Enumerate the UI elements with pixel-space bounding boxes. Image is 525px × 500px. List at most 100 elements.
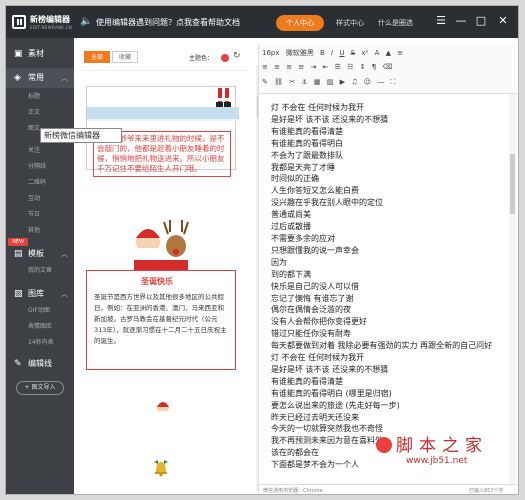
align-center-icon[interactable]: ≡	[274, 63, 280, 71]
clear-icon[interactable]: ⌫	[383, 63, 393, 71]
indent-icon[interactable]: ⇥	[310, 63, 316, 71]
editor-line[interactable]: 只想跟懂我的说一声幸会	[271, 245, 509, 257]
editor-line[interactable]: 过后或散播	[271, 221, 509, 233]
list-icon[interactable]: ☰	[335, 63, 341, 71]
editor-line[interactable]: 我都是天亮了才睡	[271, 162, 509, 174]
import-article-button[interactable]: + 图文导入	[16, 381, 64, 395]
sidebar-sub-gif[interactable]: GIF动图	[6, 304, 74, 318]
sidebar-sub-title[interactable]: 标题	[6, 90, 74, 104]
unlink-icon[interactable]: ✂	[289, 78, 295, 86]
editor-line[interactable]: 有谁能真的看得清楚	[271, 126, 509, 138]
sidebar-sub-other[interactable]: 其他	[6, 224, 74, 238]
editor-line[interactable]: 是好是坏 该不该 还没来的不想猜	[271, 364, 509, 376]
highlight-icon[interactable]: ▲	[386, 49, 391, 57]
music-icon[interactable]: ♫	[351, 78, 357, 86]
outdent-icon[interactable]: ⇤	[323, 63, 329, 71]
tab-favorites[interactable]: 收藏	[112, 51, 139, 63]
editor-line[interactable]: 人生你答短又怎么能白费	[271, 185, 509, 197]
font-family-select[interactable]: 微软雅黑	[286, 48, 314, 58]
hr-icon[interactable]: ―	[377, 78, 384, 86]
bell-sticker-icon[interactable]	[152, 458, 170, 478]
editor-line[interactable]: 灯 不会在 任何时候为我开	[271, 352, 509, 364]
sidebar-item-material[interactable]: ▣ 素材	[6, 44, 74, 64]
editor-line[interactable]: 有谁能真的看得明白 (哪里是归宿)	[271, 388, 509, 400]
editor-content[interactable]: 灯 不会在 任何时候为我开 是好是坏 该不该 还没来的不想猜 有谁能真的看得清楚 有谁…	[259, 94, 509, 484]
sidebar-sub-follow[interactable]: 关注	[6, 144, 74, 158]
close-icon[interactable]: ✕	[496, 14, 510, 28]
sidebar: ▣ 素材 ◈ 常用 ︿ 标题 正文 图文 关注 分隔线 二维码 互动 节日 其他…	[6, 38, 74, 494]
editor-line[interactable]: 有谁能真的看得清楚	[271, 376, 509, 388]
help-link[interactable]: 使用编辑器遇到问题？点我查看帮助文档	[96, 17, 240, 28]
anchor-icon[interactable]: ⚓	[301, 78, 307, 86]
editor-line[interactable]: 错过只能任你没有耐寿	[271, 328, 509, 340]
strikethrough-icon[interactable]: S	[351, 49, 355, 57]
gallery-icon: ▧	[14, 289, 23, 299]
editor-scrollbar-thumb[interactable]	[510, 154, 515, 214]
line-height-icon[interactable]: ↕	[360, 63, 366, 71]
align-right-icon[interactable]: ≡	[286, 63, 292, 71]
tab-all[interactable]: 全部	[84, 51, 111, 63]
sidebar-sub-my-articles[interactable]: 我的文章	[6, 264, 74, 278]
editor-line[interactable]: 昨天已经过去明天还没来	[271, 412, 509, 424]
sidebar-sub-divider[interactable]: 分隔线	[6, 160, 74, 174]
sidebar-sub-qrcode[interactable]: 二维码	[6, 176, 74, 190]
sidebar-sub-sticker[interactable]: 14秒内表	[6, 336, 74, 350]
sidebar-item-template[interactable]: ▤ 模板 ︿	[6, 244, 74, 264]
editor-line[interactable]: 不需要多余的应对	[271, 233, 509, 245]
editor-line[interactable]: 偶尔在偶情会泛滥的夜	[271, 304, 509, 316]
more-icon[interactable]: ≡	[397, 49, 403, 57]
table-icon[interactable]: ▦	[314, 78, 321, 86]
maximize-icon[interactable]: □	[474, 14, 488, 28]
editor-line[interactable]: 到的都下满	[271, 269, 509, 281]
sidebar-item-gallery[interactable]: ▧ 图库 ︿	[6, 284, 74, 304]
editor-scrollbar[interactable]	[509, 94, 516, 484]
fullscreen-icon[interactable]: ⛶	[391, 78, 396, 87]
editor-line[interactable]: 有谁能真的看得明白	[271, 138, 509, 150]
editor-line[interactable]: 因为	[271, 257, 509, 269]
bold-icon[interactable]: B	[320, 49, 325, 57]
theme-color-swatch[interactable]	[221, 54, 229, 62]
editor-panel: 16px 微软雅黑 B I U S x² A ▲ ≡ ≡ ≡ ≡ ≡ ⇥ ⇤ ☰…	[258, 44, 517, 494]
editor-line[interactable]: 每天都要做到对着 我除必要有强劲的实力 再跟全新的自己问好	[271, 340, 509, 352]
font-size-select[interactable]: 16px	[262, 49, 280, 57]
sidebar-sub-emoji[interactable]: 表情图库	[6, 320, 74, 334]
editor-line[interactable]: 时间似的正确	[271, 173, 509, 185]
align-left-icon[interactable]: ≡	[262, 63, 268, 71]
ordered-list-icon[interactable]: ☷	[347, 63, 353, 71]
editor-line[interactable]: 是好是坏 该不该 还没来的不想猜	[271, 114, 509, 126]
paragraph-icon[interactable]: ¶	[372, 63, 376, 71]
santa-boots-icon	[216, 88, 231, 107]
sidebar-sub-festival[interactable]: 节日	[6, 208, 74, 222]
font-color-icon[interactable]: A	[375, 49, 380, 57]
santa-sticker-icon[interactable]	[154, 399, 172, 419]
sidebar-sub-body[interactable]: 正文	[6, 106, 74, 120]
sidebar-item-editline[interactable]: ✎ 编辑线	[6, 354, 74, 374]
italic-icon[interactable]: I	[331, 49, 333, 57]
sidebar-sub-interact[interactable]: 互动	[6, 192, 74, 206]
editor-line[interactable]: 普通或尚美	[271, 209, 509, 221]
editor-line[interactable]: 不会为了跟最数排队	[271, 150, 509, 162]
minimize-icon[interactable]: —	[454, 14, 468, 28]
superscript-icon[interactable]: x²	[361, 49, 368, 57]
underline-icon[interactable]: U	[339, 49, 344, 57]
user-center-button[interactable]: 个人中心	[276, 15, 324, 31]
menu-icon[interactable]: ☰	[434, 14, 448, 28]
material-card-merry-christmas[interactable]: 圣诞快乐 圣诞节是西方世界以及其他很多地区的公共假日，例如：在亚洲的香港、澳门、…	[86, 216, 236, 370]
editor-line[interactable]: 没有人会帮你把你变得更好	[271, 316, 509, 328]
style-center-link[interactable]: 样式中心	[336, 18, 364, 28]
image-icon[interactable]: ▨	[327, 78, 334, 86]
emoji-icon[interactable]: ☺	[364, 78, 371, 86]
what-is-link[interactable]: 什么是圈选	[378, 18, 413, 28]
sidebar-item-common[interactable]: ◈ 常用 ︿	[6, 68, 74, 88]
watermark-logo-icon	[376, 437, 392, 453]
editor-line[interactable]: 要怎么说出来的旅途 (先走好每一步)	[271, 400, 509, 412]
editor-line[interactable]: 灯 不会在 任何时候为我开	[271, 102, 509, 114]
editor-line[interactable]: 忘记了懊悔 有谁忘了谢	[271, 293, 509, 305]
editor-line[interactable]: 没兴趣在乎我在别人眼中的定位	[271, 197, 509, 209]
video-icon[interactable]: ▶	[340, 78, 345, 86]
link-icon[interactable]: ⛓	[274, 78, 283, 86]
format-painter-icon[interactable]: ✎	[262, 78, 268, 86]
justify-icon[interactable]: ≡	[298, 63, 304, 71]
refresh-icon[interactable]: ↻	[233, 51, 241, 61]
editor-line[interactable]: 快乐是自己的没人可以借	[271, 281, 509, 293]
